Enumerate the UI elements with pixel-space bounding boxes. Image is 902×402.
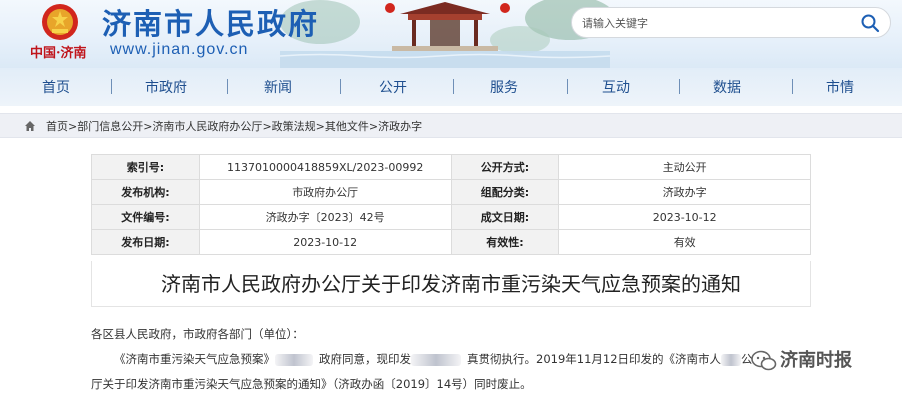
site-header: 济南市人民政府 中国·济南 www.jinan.gov.cn (0, 0, 902, 68)
nav-item-service[interactable]: 服务 (490, 77, 518, 97)
site-url: www.jinan.gov.cn (110, 41, 249, 58)
breadcrumb-item-other-docs[interactable]: 其他文件 (325, 120, 369, 133)
nav-separator (679, 79, 680, 94)
breadcrumb-separator: > (262, 120, 272, 133)
main-nav: 首页 市政府 新闻 公开 服务 互动 数据 市情 (0, 68, 902, 106)
breadcrumb-separator: > (368, 120, 379, 133)
document-number-label: 文件编号: (91, 204, 200, 230)
breadcrumb-separator: > (68, 120, 78, 133)
home-icon (25, 121, 35, 131)
document-title: 济南市人民政府办公厅关于印发济南市重污染天气应急预案的通知 (91, 261, 811, 307)
breadcrumb: 首页>部门信息公开>济南市人民政府办公厅>政策法规>其他文件>济政办字 (0, 113, 902, 138)
validity-label: 有效性: (450, 229, 560, 255)
nav-item-open[interactable]: 公开 (379, 77, 407, 97)
document-greeting: 各区县人民政府，市政府各部门（单位）： (91, 327, 304, 341)
search-input[interactable] (582, 13, 852, 33)
publish-date-label: 发布日期: (91, 229, 200, 255)
table-row: 发布日期: 2023-10-12 有效性: 有效 (91, 229, 811, 255)
city-brand-logo-text: 中国·济南 (30, 46, 87, 61)
nav-separator (227, 79, 228, 94)
nav-separator (111, 79, 112, 94)
table-row: 索引号: 113701000041885​9XL/2023-00992 公开方式… (91, 154, 811, 180)
paragraph-text: 《济南市重污染天气应急预案》 (114, 352, 275, 366)
breadcrumb-item-general-office[interactable]: 济南市人民政府办公厅 (152, 120, 262, 133)
search-icon[interactable] (860, 13, 880, 33)
breadcrumb-item-home[interactable]: 首页 (46, 120, 68, 133)
paragraph-text: 真贯彻执行。2019年11月12日印发的《济南市人 (467, 352, 722, 366)
scenery-banner-image (280, 0, 610, 68)
nav-item-interaction[interactable]: 互动 (602, 77, 630, 97)
document-number-value: 济政办字〔2023〕42号 (198, 204, 452, 230)
breadcrumb-item-current[interactable]: 济政办字 (378, 120, 422, 133)
breadcrumb-item-dept-disclosure[interactable]: 部门信息公开 (77, 120, 143, 133)
breadcrumb-item-policies[interactable]: 政策法规 (272, 120, 316, 133)
redaction-blur (411, 353, 461, 366)
document-paragraph-2: 厅关于印发济南市重污染天气应急预案的通知》（济政办函〔2019〕14号）同时废止… (91, 377, 532, 391)
written-date-label: 成文日期: (450, 204, 560, 230)
index-number-value: 113701000041885​9XL/2023-00992 (198, 154, 452, 180)
nav-separator (340, 79, 341, 94)
nav-item-city-info[interactable]: 市情 (826, 77, 854, 97)
nav-item-data[interactable]: 数据 (713, 77, 741, 97)
nav-item-government[interactable]: 市政府 (145, 77, 187, 97)
search-box (571, 7, 891, 38)
disclosure-method-value: 主动公开 (558, 154, 811, 180)
document-info-table: 索引号: 113701000041885​9XL/2023-00992 公开方式… (91, 154, 811, 255)
nav-item-news[interactable]: 新闻 (264, 77, 292, 97)
nav-separator (453, 79, 454, 94)
nav-separator (567, 79, 568, 94)
redaction-blur (275, 353, 313, 366)
table-row: 发布机构: 市政府办公厅 组配分类: 济政办字 (91, 179, 811, 205)
category-label: 组配分类: (450, 179, 560, 205)
table-row: 文件编号: 济政办字〔2023〕42号 成文日期: 2023-10-12 (91, 204, 811, 230)
site-title[interactable]: 济南市人民政府 (102, 1, 319, 43)
validity-value: 有效 (558, 229, 811, 255)
index-number-label: 索引号: (91, 154, 200, 180)
category-value: 济政办字 (558, 179, 811, 205)
document-paragraph-1: 《济南市重污染天气应急预案》 政府同意，现印发 真贯彻执行。2019年11月12日印… (114, 351, 753, 367)
wechat-logo-icon (751, 350, 777, 371)
national-emblem-icon (42, 4, 78, 40)
publisher-value: 市政府办公厅 (198, 179, 452, 205)
watermark-text: 济南时报 (780, 350, 852, 371)
publisher-label: 发布机构: (91, 179, 200, 205)
breadcrumb-separator: > (315, 120, 325, 133)
nav-item-home[interactable]: 首页 (42, 77, 70, 97)
redaction-blur (721, 353, 742, 366)
paragraph-text: 政府同意，现印发 (319, 352, 411, 366)
publish-date-value: 2023-10-12 (198, 229, 452, 255)
written-date-value: 2023-10-12 (558, 204, 811, 230)
nav-separator (792, 79, 793, 94)
disclosure-method-label: 公开方式: (450, 154, 560, 180)
